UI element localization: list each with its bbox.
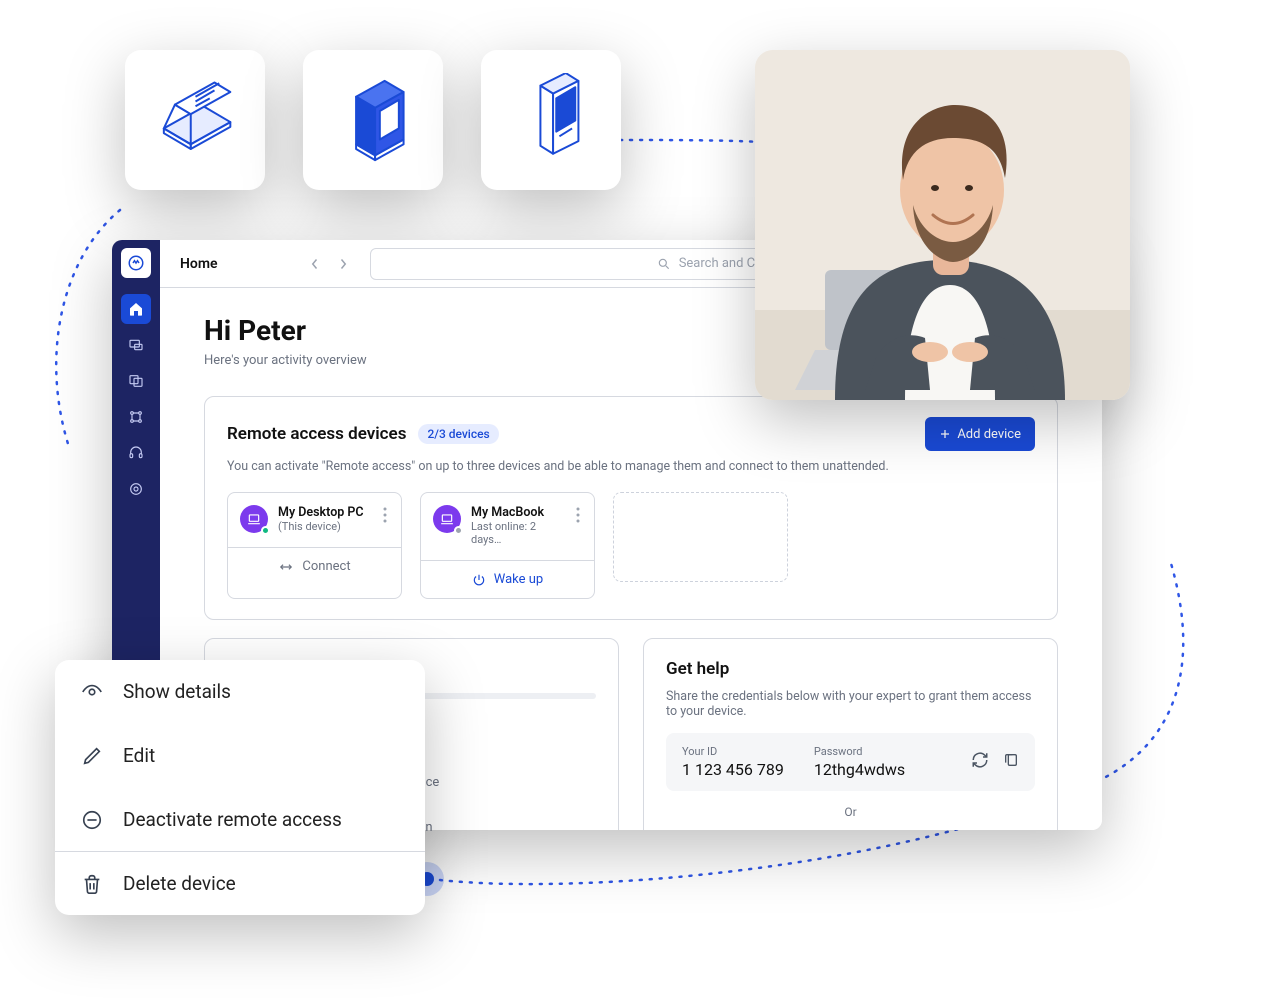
menu-label: Edit [123, 744, 155, 767]
menu-deactivate[interactable]: Deactivate remote access [55, 787, 425, 851]
get-help-desc: Share the credentials below with your ex… [666, 689, 1035, 719]
menu-edit[interactable]: Edit [55, 723, 425, 787]
nav-remote[interactable] [121, 330, 151, 360]
device-tile-phone [481, 50, 621, 190]
connect-icon [278, 560, 294, 574]
app-logo[interactable] [121, 248, 151, 278]
pencil-icon [81, 745, 103, 767]
power-icon [472, 573, 486, 587]
menu-delete[interactable]: Delete device [55, 851, 425, 915]
device-tile-desktop [303, 50, 443, 190]
your-id-value: 1 123 456 789 [682, 760, 784, 779]
devices-desc: You can activate "Remote access" on up t… [227, 459, 1035, 474]
password-value: 12thg4wdws [814, 760, 905, 779]
trash-icon [81, 873, 103, 895]
devices-count-badge: 2/3 devices [418, 424, 498, 444]
add-device-label: Add device [957, 427, 1021, 442]
menu-label: Deactivate remote access [123, 808, 342, 831]
nav-support[interactable] [121, 438, 151, 468]
device-connect-button[interactable]: Connect [228, 547, 401, 585]
device-context-menu: Show details Edit Deactivate remote acce… [55, 660, 425, 915]
search-icon [657, 257, 671, 271]
device-name: My MacBook [471, 505, 564, 520]
nav-more[interactable] [121, 474, 151, 504]
copy-icon[interactable] [1003, 751, 1019, 773]
device-avatar-icon [240, 505, 268, 533]
device-placeholder[interactable] [613, 492, 788, 582]
refresh-icon[interactable] [971, 751, 989, 773]
device-sublabel: (This device) [278, 520, 364, 533]
device-menu-icon[interactable] [574, 505, 582, 529]
nav-forward-icon[interactable] [330, 251, 356, 277]
device-action-label: Connect [302, 559, 350, 574]
eye-icon [81, 681, 103, 703]
nav-back-icon[interactable] [302, 251, 328, 277]
nav-workflows[interactable] [121, 402, 151, 432]
get-help-title: Get help [666, 659, 1035, 679]
nav-home[interactable] [121, 294, 151, 324]
menu-label: Delete device [123, 872, 236, 895]
device-menu-icon[interactable] [381, 505, 389, 529]
device-avatar-icon [433, 505, 461, 533]
device-card: My MacBook Last online: 2 days… Wake up [420, 492, 595, 599]
status-online-icon [261, 526, 270, 535]
minus-circle-icon [81, 809, 103, 831]
menu-label: Show details [123, 680, 231, 703]
your-id-label: Your ID [682, 745, 784, 758]
or-separator: Or [666, 805, 1035, 819]
device-action-label: Wake up [494, 572, 543, 587]
device-tile-laptop [125, 50, 265, 190]
device-sublabel: Last online: 2 days… [471, 520, 564, 546]
devices-panel: Remote access devices 2/3 devices Add de… [204, 396, 1058, 620]
menu-show-details[interactable]: Show details [55, 660, 425, 723]
credentials-box: Your ID 1 123 456 789 Password 12thg4wdw… [666, 733, 1035, 791]
password-label: Password [814, 745, 905, 758]
user-photo [755, 50, 1130, 400]
get-help-desc2: Enter the session code provided by your … [666, 829, 1035, 830]
nav-devices[interactable] [121, 366, 151, 396]
device-name: My Desktop PC [278, 505, 364, 520]
person-illustration [755, 50, 1130, 400]
device-wake-button[interactable]: Wake up [421, 560, 594, 598]
add-device-button[interactable]: Add device [925, 417, 1035, 451]
device-card: My Desktop PC (This device) Connect [227, 492, 402, 599]
devices-title: Remote access devices [227, 424, 406, 444]
plus-icon [939, 428, 951, 440]
get-help-panel: Get help Share the credentials below wit… [643, 638, 1058, 830]
status-offline-icon [454, 526, 463, 535]
breadcrumb: Home [180, 256, 218, 272]
